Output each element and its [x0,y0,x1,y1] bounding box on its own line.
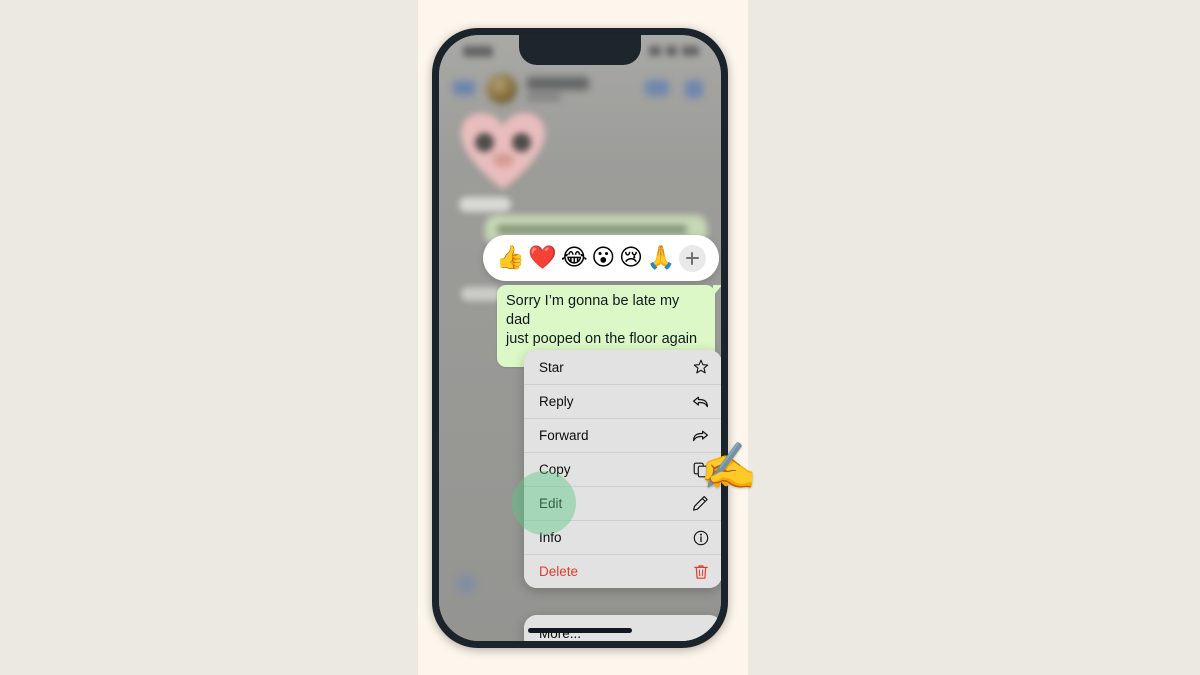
display-notch [519,35,641,65]
contact-name [527,77,589,90]
context-menu-label-copy: Copy [539,462,571,477]
reaction-tears-of-joy-icon[interactable]: 😂 [561,246,588,270]
phone-device: 👍 ❤️ 😂 😮 😢 🙏 Sorry I’m gonna be late my … [432,28,728,648]
context-menu-label-delete: Delete [539,564,579,579]
context-menu-label-forward: Forward [539,428,589,443]
pencil-icon [692,495,709,512]
heart-eye-right [512,133,531,152]
status-bar-time [463,46,493,57]
reaction-folded-hands-icon[interactable]: 🙏 [647,246,676,270]
back-icon[interactable] [453,81,475,95]
context-menu-label-star: Star [539,359,564,375]
heart-sticker-message [461,113,545,191]
screenshot-root: 👍 ❤️ 😂 😮 😢 🙏 Sorry I’m gonna be late my … [0,0,1200,675]
writing-hand-icon: ✍️ [700,439,758,493]
heart-icon [461,113,545,191]
message-timestamp-chip-2 [461,287,501,301]
context-menu-label-edit: Edit [539,496,563,511]
message-line-2: just pooped on the floor again [506,331,698,348]
reaction-crying-face-icon[interactable]: 😢 [619,246,643,270]
video-call-icon[interactable] [645,80,669,96]
status-bar-icons [649,46,699,56]
chat-header [439,69,721,109]
contact-status [527,93,561,101]
home-indicator [528,628,632,633]
voice-call-icon[interactable] [685,80,703,98]
context-menu-item-delete[interactable]: Delete [524,554,721,588]
signal-icon [649,46,661,56]
context-menu-item-copy[interactable]: Copy [524,452,721,486]
context-menu-item-info[interactable]: Info [524,520,721,554]
message-context-menu[interactable]: Star Reply Forward Copy Edit Info Delete [524,350,721,588]
phone-screen: 👍 ❤️ 😂 😮 😢 🙏 Sorry I’m gonna be late my … [439,35,721,641]
reaction-red-heart-icon[interactable]: ❤️ [528,246,557,270]
message-line-1: Sorry I’m gonna be late my dad [506,293,680,329]
reaction-thumbs-up-icon[interactable]: 👍 [496,246,525,270]
context-menu-item-reply[interactable]: Reply [524,384,721,418]
battery-icon [682,46,699,56]
context-menu-item-forward[interactable]: Forward [524,418,721,452]
reaction-picker-bar[interactable]: 👍 ❤️ 😂 😮 😢 🙏 [483,235,719,281]
reply-icon [692,393,709,410]
star-icon [692,359,709,376]
trash-icon [692,563,709,580]
compose-bar[interactable] [457,575,475,593]
reaction-open-mouth-icon[interactable]: 😮 [591,246,615,270]
info-icon [692,529,709,546]
more-reactions-plus-icon[interactable] [678,244,706,272]
message-timestamp-chip [459,197,511,212]
context-menu-item-star[interactable]: Star [524,350,721,384]
context-menu-item-edit[interactable]: Edit [524,486,721,520]
heart-snout [493,153,514,167]
wifi-icon [666,46,677,56]
heart-eye-left [475,133,494,152]
avatar[interactable] [487,74,517,104]
context-menu-label-info: Info [539,530,562,545]
context-menu-label-reply: Reply [539,394,574,409]
